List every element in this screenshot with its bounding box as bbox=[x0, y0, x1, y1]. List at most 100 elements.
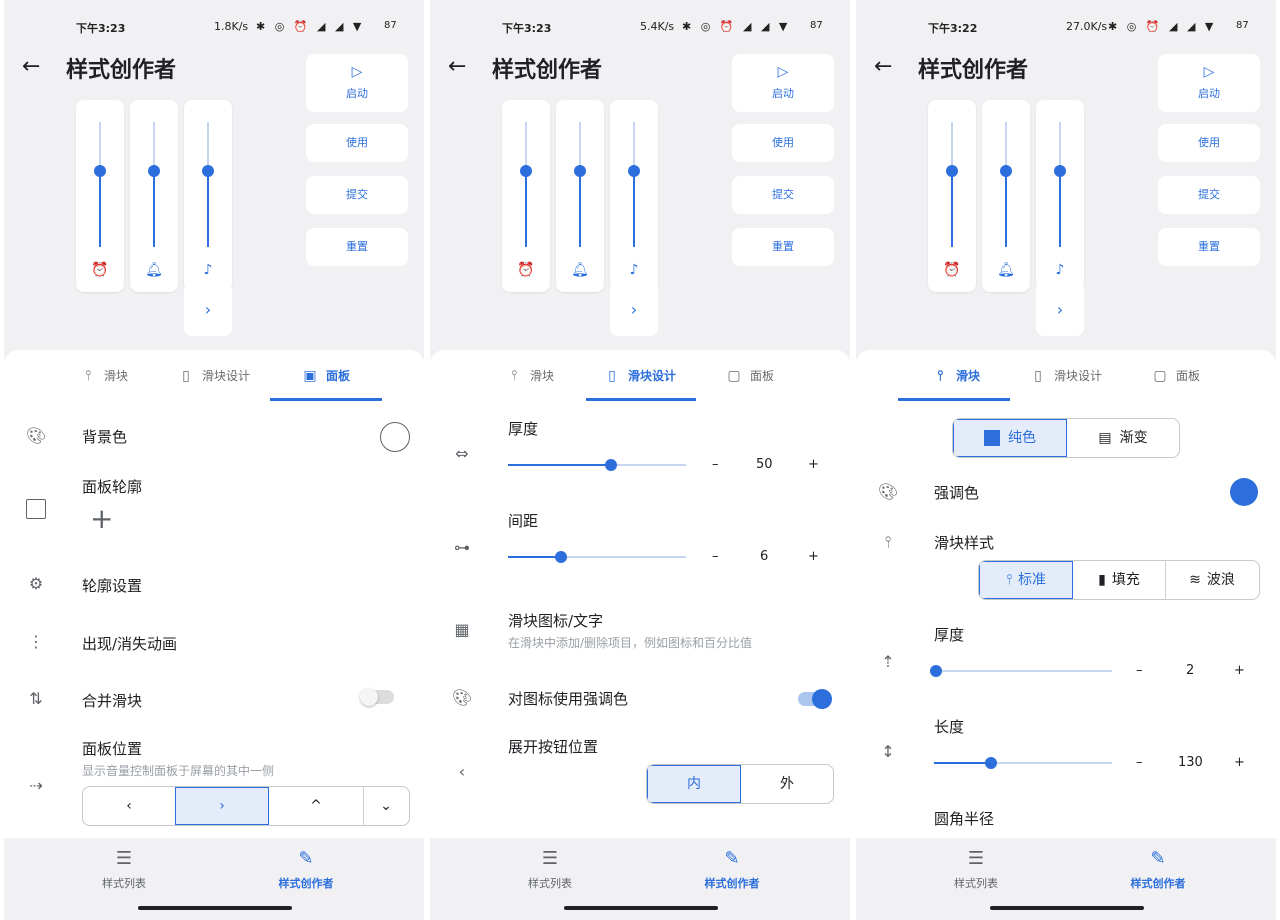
status-speed: 1.8K/s bbox=[214, 20, 249, 33]
show-hide-animation-item[interactable]: 出现/消失动画 bbox=[82, 633, 177, 654]
slider-knob[interactable] bbox=[1054, 165, 1066, 177]
expand-button[interactable]: › bbox=[1036, 288, 1084, 336]
music-note-icon: ♪ bbox=[203, 262, 213, 278]
volume-slider-alarm[interactable]: ⏰ bbox=[928, 100, 976, 292]
position-bottom-option[interactable]: ⌄ bbox=[363, 787, 409, 825]
volume-slider-media[interactable]: ♪ bbox=[1036, 100, 1084, 292]
tab-panel[interactable]: ▢ 面板 bbox=[726, 350, 774, 402]
nav-style-creator[interactable]: ✎ 样式创作者 bbox=[1078, 848, 1238, 891]
tab-slider-design[interactable]: ▯ 滑块设计 bbox=[1030, 350, 1102, 402]
use-button[interactable]: 使用 bbox=[306, 124, 408, 162]
submit-button[interactable]: 提交 bbox=[732, 176, 834, 214]
background-color-picker[interactable] bbox=[380, 422, 410, 452]
slider-knob[interactable] bbox=[574, 165, 586, 177]
slider-knob[interactable] bbox=[1000, 165, 1012, 177]
fill-solid-option[interactable]: 纯色 bbox=[953, 419, 1067, 457]
spacing-knob[interactable] bbox=[555, 551, 567, 563]
tab-panel[interactable]: ▢ 面板 bbox=[1152, 350, 1200, 402]
submit-button[interactable]: 提交 bbox=[1158, 176, 1260, 214]
use-button[interactable]: 使用 bbox=[732, 124, 834, 162]
volume-slider-media[interactable]: ♪ bbox=[184, 100, 232, 292]
expand-outside-option[interactable]: 外 bbox=[741, 765, 833, 803]
palette-icon: 🎨︎ bbox=[25, 426, 47, 445]
spacing-decrease-button[interactable]: – bbox=[712, 549, 719, 564]
tab-slider[interactable]: ⫯ 滑块 bbox=[932, 350, 980, 402]
submit-button[interactable]: 提交 bbox=[306, 176, 408, 214]
back-arrow-icon[interactable]: ← bbox=[22, 54, 40, 79]
add-outline-icon[interactable]: + bbox=[90, 502, 113, 535]
merge-sliders-label: 合并滑块 bbox=[82, 692, 143, 710]
start-button[interactable]: ▷ 启动 bbox=[1158, 54, 1260, 112]
accent-color-swatch[interactable] bbox=[1230, 478, 1258, 506]
position-right-option[interactable]: › bbox=[175, 787, 269, 825]
back-arrow-icon[interactable]: ← bbox=[448, 54, 466, 79]
thickness-label: 厚度 bbox=[934, 626, 965, 644]
thickness-value: 2 bbox=[1186, 663, 1195, 678]
slider-style-label: 滑块样式 bbox=[934, 534, 995, 552]
nav-style-list[interactable]: ☰ 样式列表 bbox=[470, 848, 630, 891]
tab-slider[interactable]: ⫯ 滑块 bbox=[506, 350, 554, 402]
thickness-decrease-button[interactable]: – bbox=[712, 457, 719, 472]
style-standard-option[interactable]: ⫯ 标准 bbox=[979, 561, 1073, 599]
start-button[interactable]: ▷ 启动 bbox=[306, 54, 408, 112]
back-arrow-icon[interactable]: ← bbox=[874, 54, 892, 79]
volume-slider-media[interactable]: ♪ bbox=[610, 100, 658, 292]
panel-icon: ▢ bbox=[1153, 368, 1167, 384]
spacing-value: 6 bbox=[760, 549, 769, 564]
volume-slider-ring[interactable]: 🔔︎ bbox=[556, 100, 604, 292]
slider-icon: ⫯ bbox=[510, 368, 518, 384]
reset-button[interactable]: 重置 bbox=[1158, 228, 1260, 266]
phone-screen-slider: 下午3:22 27.0K/s ✱ ◎ ⏰ ◢ ◢ ▼ 87 ← 样式创作者 ⏰ … bbox=[856, 0, 1276, 920]
volume-slider-alarm[interactable]: ⏰ bbox=[502, 100, 550, 292]
position-top-option[interactable]: ^ bbox=[269, 787, 364, 825]
start-button[interactable]: ▷ 启动 bbox=[732, 54, 834, 112]
slider-knob[interactable] bbox=[946, 165, 958, 177]
outline-settings-item[interactable]: 轮廓设置 bbox=[82, 575, 142, 596]
slider-icon-text-desc: 在滑块中添加/删除项目，例如图标和百分比值 bbox=[508, 636, 753, 650]
use-button[interactable]: 使用 bbox=[1158, 124, 1260, 162]
slider-icon-text-item[interactable]: 滑块图标/文字 bbox=[508, 610, 603, 631]
status-time: 下午3:23 bbox=[76, 22, 126, 35]
length-decrease-button[interactable]: – bbox=[1136, 755, 1143, 770]
merge-sliders-switch[interactable] bbox=[360, 688, 394, 706]
pencil-icon: ✎ bbox=[1150, 848, 1166, 869]
slider-knob[interactable] bbox=[202, 165, 214, 177]
accent-for-icons-switch[interactable] bbox=[798, 689, 832, 709]
nav-style-list[interactable]: ☰ 样式列表 bbox=[896, 848, 1056, 891]
position-left-option[interactable]: ‹ bbox=[83, 787, 176, 825]
nav-style-creator[interactable]: ✎ 样式创作者 bbox=[652, 848, 812, 891]
thickness-decrease-button[interactable]: – bbox=[1136, 663, 1143, 678]
volume-slider-ring[interactable]: 🔔︎ bbox=[130, 100, 178, 292]
start-label: 启动 bbox=[1198, 87, 1220, 100]
slider-knob[interactable] bbox=[94, 165, 106, 177]
expand-button[interactable]: › bbox=[184, 288, 232, 336]
tab-slider-design[interactable]: ▯ 滑块设计 bbox=[178, 350, 250, 402]
slider-knob[interactable] bbox=[628, 165, 640, 177]
slider-knob[interactable] bbox=[520, 165, 532, 177]
length-increase-button[interactable]: + bbox=[1234, 755, 1245, 770]
reset-button[interactable]: 重置 bbox=[306, 228, 408, 266]
length-knob[interactable] bbox=[985, 757, 997, 769]
status-bar: 下午3:23 5.4K/s ✱ ◎ ⏰ ◢ ◢ ▼ 87 bbox=[430, 20, 850, 38]
thickness-increase-button[interactable]: + bbox=[1234, 663, 1245, 678]
expand-button[interactable]: › bbox=[610, 288, 658, 336]
tab-panel[interactable]: ▣ 面板 bbox=[302, 350, 350, 402]
spacing-increase-button[interactable]: + bbox=[808, 549, 819, 564]
slider-knob[interactable] bbox=[148, 165, 160, 177]
length-label: 长度 bbox=[934, 718, 965, 736]
style-fill-option[interactable]: ▮ 填充 bbox=[1073, 561, 1166, 599]
volume-slider-alarm[interactable]: ⏰ bbox=[76, 100, 124, 292]
thickness-knob[interactable] bbox=[930, 665, 942, 677]
nav-style-list[interactable]: ☰ 样式列表 bbox=[44, 848, 204, 891]
settings-list: ⇔ 厚度 – 50 + ⊶ 间距 – 6 + ▦ 滑块图标/文字 在滑块中添加/… bbox=[430, 402, 850, 838]
thickness-knob[interactable] bbox=[605, 459, 617, 471]
tab-slider[interactable]: ⫯ 滑块 bbox=[80, 350, 128, 402]
style-wave-option[interactable]: ≋ 波浪 bbox=[1165, 561, 1259, 599]
reset-button[interactable]: 重置 bbox=[732, 228, 834, 266]
volume-slider-ring[interactable]: 🔔︎ bbox=[982, 100, 1030, 292]
tab-slider-design[interactable]: ▯ 滑块设计 bbox=[604, 350, 676, 402]
nav-style-creator[interactable]: ✎ 样式创作者 bbox=[226, 848, 386, 891]
thickness-increase-button[interactable]: + bbox=[808, 457, 819, 472]
fill-gradient-option[interactable]: ▤ 渐变 bbox=[1067, 419, 1179, 457]
expand-inside-option[interactable]: 内 bbox=[647, 765, 741, 803]
